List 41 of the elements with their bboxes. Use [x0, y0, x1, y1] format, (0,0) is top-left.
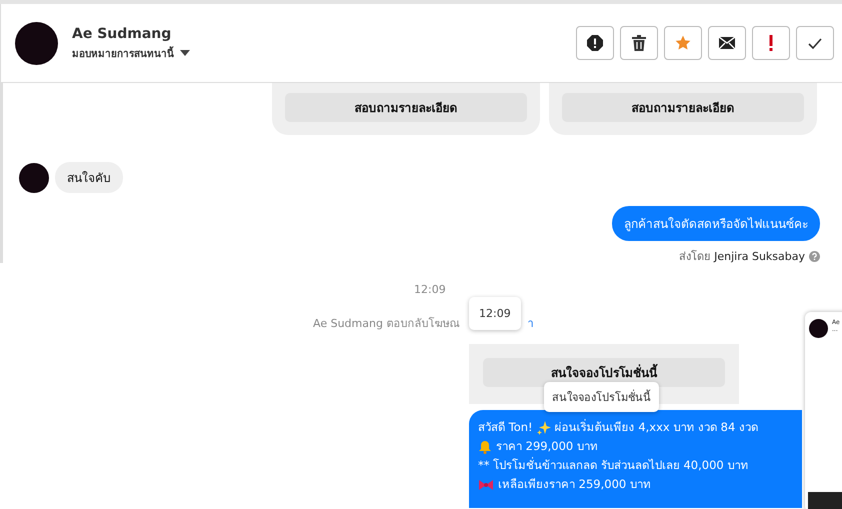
sender-name: Jenjira Suksabay — [714, 250, 805, 262]
message-bubble: ลูกค้าสนใจตัดสดหรือจัดไฟแนนซ์คะ — [612, 206, 820, 241]
mail-button[interactable] — [708, 26, 746, 60]
caret-icon — [180, 50, 190, 56]
envelope-icon — [719, 37, 735, 49]
dark-panel — [808, 492, 842, 509]
ribbon-icon — [478, 478, 494, 490]
message-text: สวัสดี Ton! — [478, 419, 533, 436]
alert-button[interactable] — [576, 26, 614, 60]
message-text: ** โปรโมชั่นข้าวแลกลด รับส่วนลดไปเลย 40,000 บาท — [478, 456, 748, 474]
assign-dropdown[interactable]: มอบหมายการสนทนานี้ — [72, 46, 190, 60]
exclaim-button[interactable] — [752, 26, 790, 60]
star-button[interactable] — [664, 26, 702, 60]
avatar — [19, 162, 49, 192]
star-icon — [675, 35, 691, 51]
message-bubble: สนใจคับ — [55, 162, 123, 193]
sparkle-icon — [536, 420, 551, 434]
scrollbar[interactable] — [0, 83, 3, 263]
tooltip: สนใจจองโปรโมชั่นนี้ — [544, 382, 659, 412]
trash-icon — [632, 35, 646, 51]
message-text: เหลือเพียงราคา 259,000 บาท — [498, 476, 651, 493]
message-text: ราคา 299,000 บาท — [496, 438, 598, 455]
check-icon — [808, 38, 822, 48]
avatar — [15, 22, 58, 64]
timestamp: 12:09 — [414, 283, 446, 296]
bell-icon — [478, 440, 492, 454]
message-text: ผ่อนเริ่มต้นเพียง 4,xxx บาท งวด 84 งวด — [554, 418, 758, 436]
reply-notice: Ae Sudmang ตอบกลับโฆษณ — [313, 316, 460, 332]
trash-button[interactable] — [620, 26, 658, 60]
tooltip: 12:09 — [469, 297, 521, 330]
avatar — [809, 319, 828, 338]
check-button[interactable] — [796, 26, 834, 60]
sender-label: ส่งโดย — [679, 249, 710, 265]
quick-reply-button[interactable]: สนใจจองโปรโมชั่นนี้ — [483, 358, 725, 387]
contact-name: Ae Sudmang — [72, 26, 172, 42]
exclamation-icon — [769, 35, 773, 51]
help-icon — [809, 250, 820, 262]
ad-link[interactable]: า — [527, 314, 534, 332]
alert-icon — [587, 35, 603, 51]
quick-reply-button[interactable]: สอบถามรายละเอียด — [285, 93, 527, 122]
quick-reply-button[interactable]: สอบถามรายละเอียด — [562, 93, 804, 122]
